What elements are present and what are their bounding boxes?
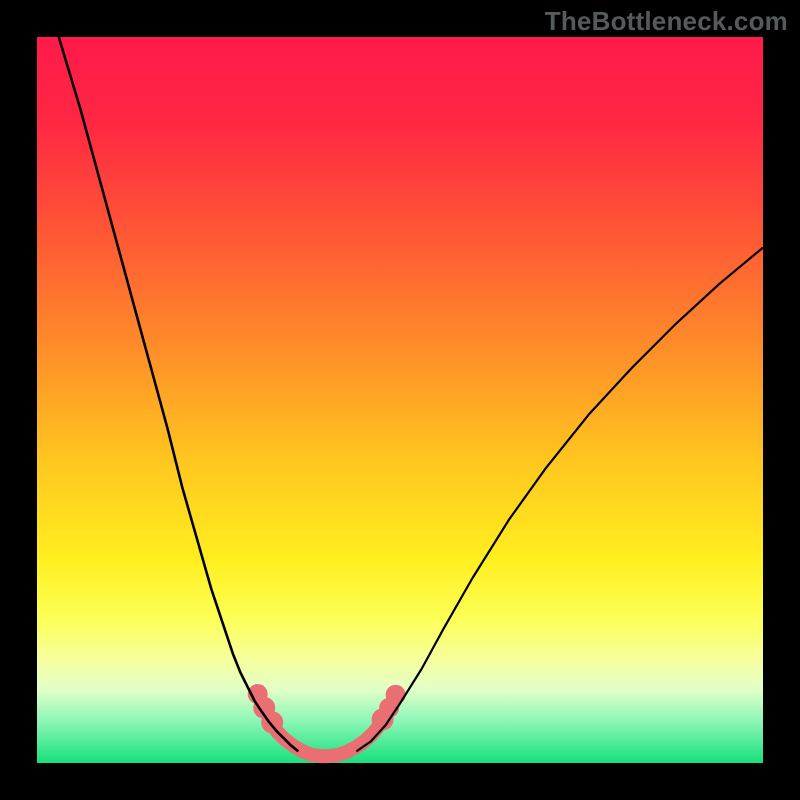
- right-curve: [356, 248, 763, 752]
- plot-area: [37, 37, 763, 763]
- series-group: [59, 37, 763, 756]
- left-curve: [59, 37, 299, 751]
- frame: TheBottleneck.com: [0, 0, 800, 800]
- curves-layer: [37, 37, 763, 763]
- right-dot-3: [386, 685, 406, 705]
- bottom-link: [277, 727, 379, 756]
- watermark-label: TheBottleneck.com: [545, 6, 788, 37]
